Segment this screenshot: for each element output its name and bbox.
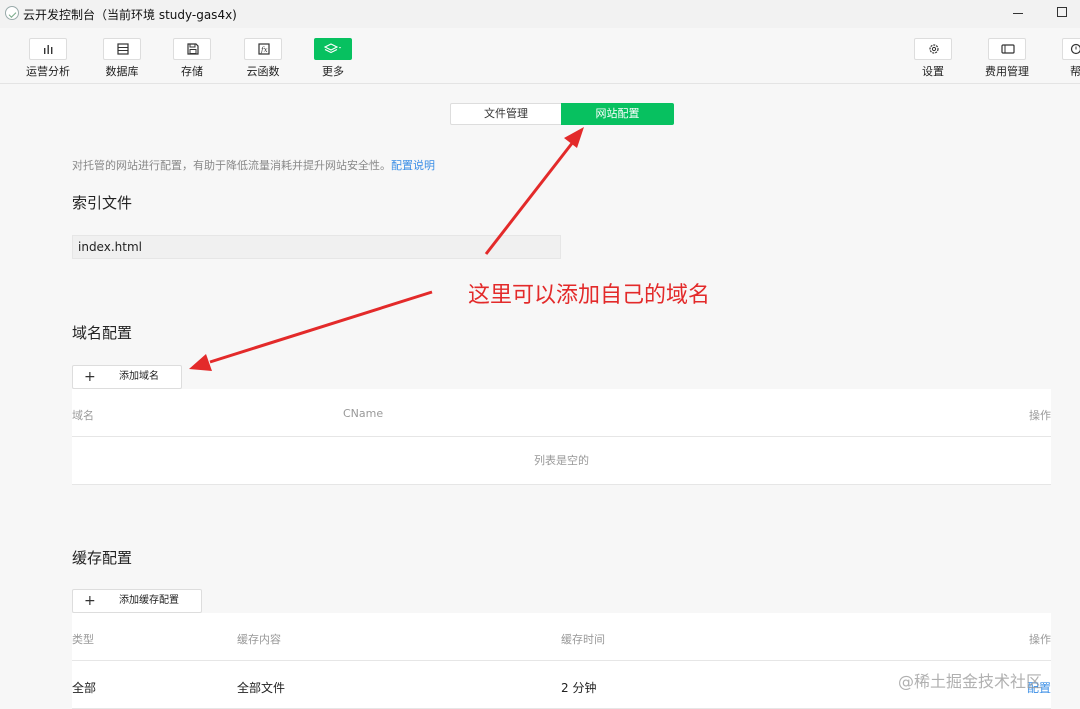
arrowhead-add-domain [189,354,212,371]
annotation-arrows [189,127,584,371]
annotation-text: 这里可以添加自己的域名 [468,283,711,308]
arrow-to-site-tab [484,141,575,255]
arrow-to-add-domain [209,290,433,364]
arrowhead-site-tab [564,127,584,148]
watermark: @稀土掘金技术社区 [898,672,1043,691]
